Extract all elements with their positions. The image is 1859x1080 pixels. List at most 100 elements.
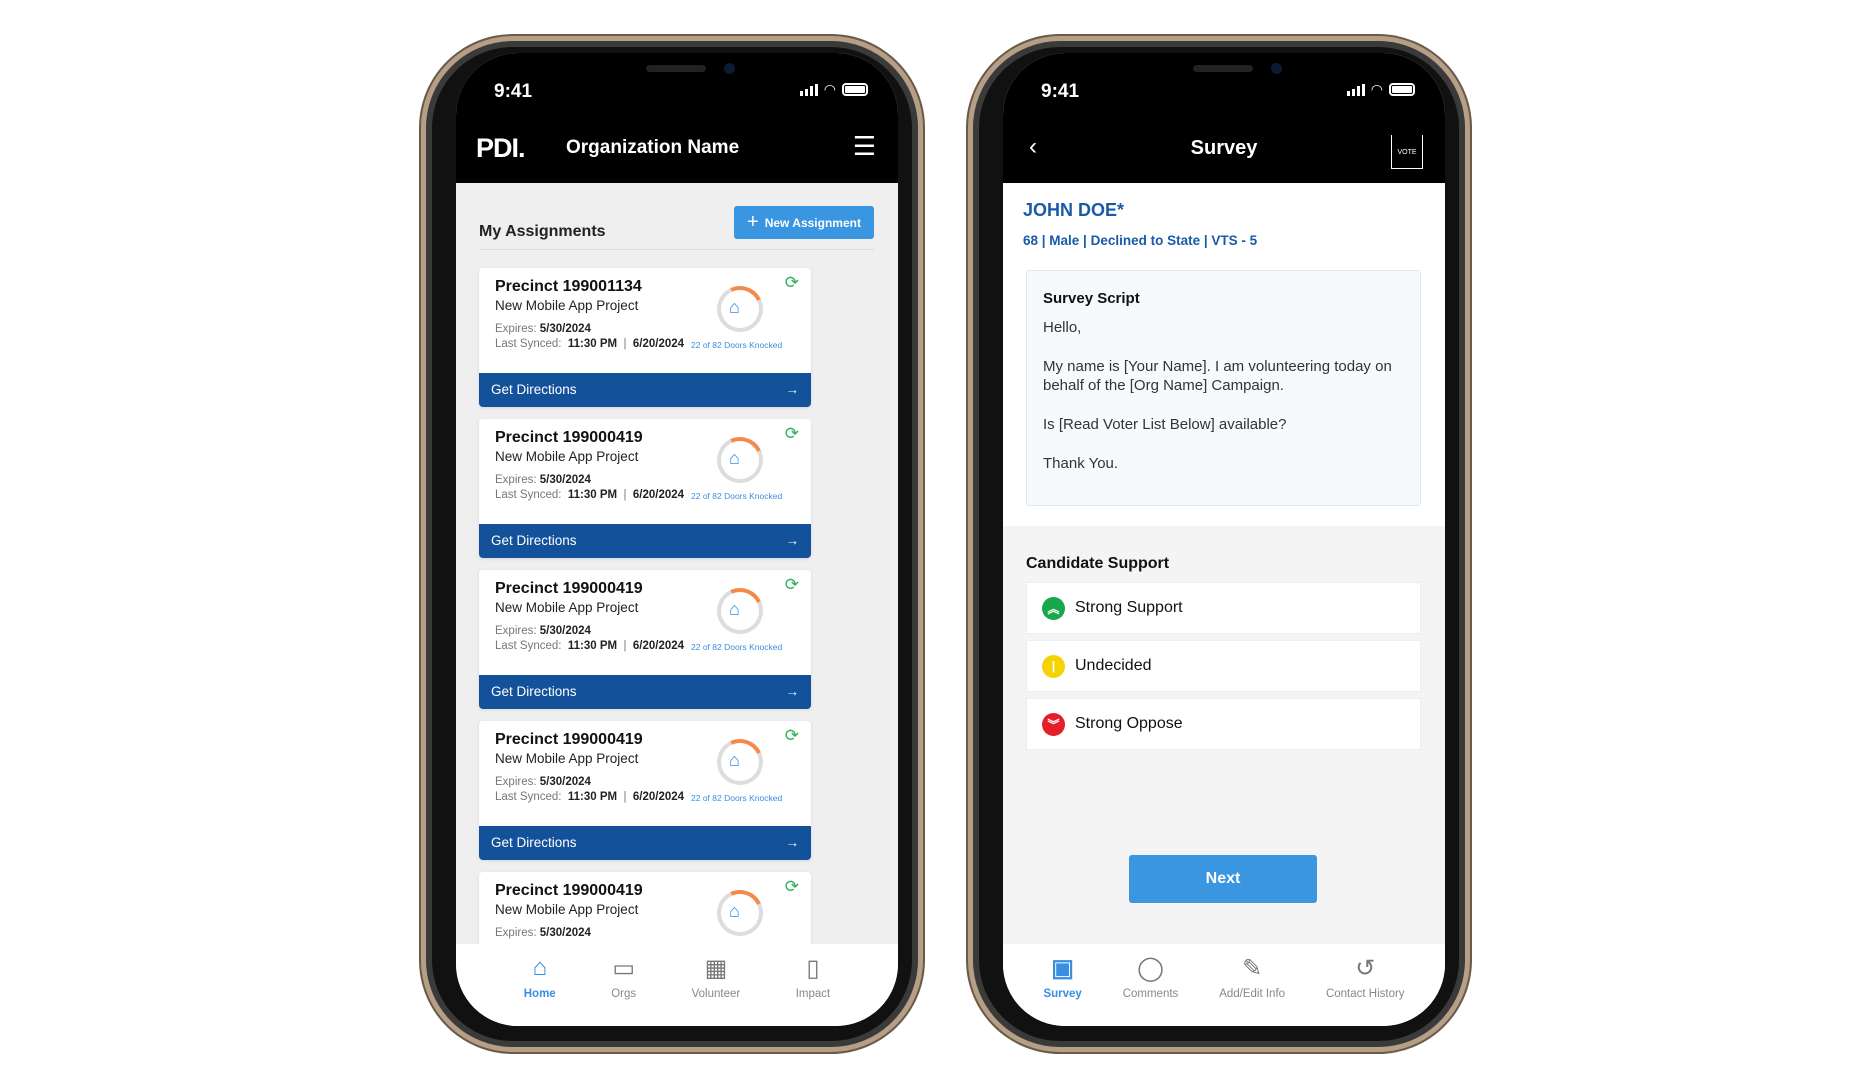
project-name: New Mobile App Project <box>495 600 639 615</box>
assignment-card[interactable]: Precinct 199001134 New Mobile App Projec… <box>479 268 811 407</box>
nav-volunteer[interactable]: ▦ Volunteer <box>692 954 741 1026</box>
wifi-icon: ◠ <box>823 81 836 97</box>
get-directions-button[interactable]: Get Directions → <box>479 373 811 407</box>
arrow-right-icon: → <box>785 684 800 699</box>
voter-section: JOHN DOE* 68 | Male | Declined to State … <box>1003 183 1445 526</box>
get-directions-button[interactable]: Get Directions → <box>479 826 811 860</box>
section-title: My Assignments <box>479 223 606 240</box>
option-strong-support[interactable]: ︽ Strong Support <box>1026 582 1421 634</box>
option-strong-oppose[interactable]: ︾ Strong Oppose <box>1026 698 1421 750</box>
expires: Expires: 5/30/2024 <box>495 323 591 335</box>
edit-icon: ✎ <box>1242 955 1263 982</box>
doors-knocked: 22 of 82 Doors Knocked <box>691 642 783 652</box>
menu-icon[interactable]: ☰ <box>853 131 876 162</box>
sync-icon[interactable]: ⟳ <box>785 424 799 444</box>
nav-add-edit-info[interactable]: ✎ Add/Edit Info <box>1219 954 1285 1026</box>
pdi-logo: PDI. <box>476 133 526 163</box>
project-name: New Mobile App Project <box>495 902 639 917</box>
signal-icon <box>1346 83 1365 96</box>
last-synced: Last Synced: 11:30 PM | 6/20/2024 <box>495 791 685 803</box>
option-undecided[interactable]: | Undecided <box>1026 640 1421 692</box>
vote-box-icon[interactable]: VOTE <box>1391 135 1423 169</box>
sync-icon[interactable]: ⟳ <box>785 877 799 897</box>
project-name: New Mobile App Project <box>495 751 639 766</box>
arrow-right-icon: → <box>785 835 800 850</box>
script-title: Survey Script <box>1043 290 1140 307</box>
sync-icon[interactable]: ⟳ <box>785 273 799 293</box>
app-header: 9:41 ◠ PDI. Organization Name ☰ <box>456 53 898 183</box>
battery-icon <box>1389 83 1415 96</box>
get-directions-button[interactable]: Get Directions → <box>479 675 811 709</box>
status-time: 9:41 <box>1041 81 1080 102</box>
next-button[interactable]: Next <box>1129 855 1317 903</box>
nav-comments[interactable]: ◯ Comments <box>1123 954 1179 1026</box>
precinct-name: Precinct 199000419 <box>495 731 643 748</box>
house-check-icon: ⌂ <box>729 599 740 619</box>
wifi-icon: ◠ <box>1370 81 1383 97</box>
status-time: 9:41 <box>494 81 533 102</box>
progress-ring <box>710 883 770 943</box>
survey-title: Survey <box>1190 137 1258 159</box>
last-synced: Last Synced: 11:30 PM | 6/20/2024 <box>495 338 685 350</box>
bottom-nav: ▣ Survey ◯ Comments ✎ Add/Edit Info ↺ Contac… <box>1003 944 1445 1026</box>
support-title: Candidate Support <box>1026 555 1170 572</box>
bottom-nav: ⌂ Home ▭ Orgs ▦ Volunteer ▯ Impact <box>456 944 898 1026</box>
project-name: New Mobile App Project <box>495 298 639 313</box>
signal-icon <box>799 83 818 96</box>
last-synced: Last Synced: 11:30 PM | 6/20/2024 <box>495 489 685 501</box>
nav-home[interactable]: ⌂ Home <box>524 954 556 1026</box>
expires: Expires: 5/30/2024 <box>495 474 591 486</box>
calendar-icon: ▦ <box>704 955 728 982</box>
arrow-right-icon: → <box>785 382 800 397</box>
last-synced: Last Synced: 11:30 PM | 6/20/2024 <box>495 640 685 652</box>
doors-knocked: 22 of 82 Doors Knocked <box>691 340 783 350</box>
nav-survey[interactable]: ▣ Survey <box>1043 954 1081 1026</box>
get-directions-button[interactable]: Get Directions → <box>479 524 811 558</box>
sync-icon[interactable]: ⟳ <box>785 726 799 746</box>
survey-screen: 9:41 ◠ ‹ Survey VOTE JOHN DOE* 68 | Male… <box>1003 53 1445 1026</box>
assignment-card[interactable]: Precinct 199000419 New Mobile App Projec… <box>479 419 811 558</box>
nav-orgs[interactable]: ▭ Orgs <box>611 954 636 1026</box>
house-check-icon: ⌂ <box>729 901 740 921</box>
report-icon: ▯ <box>806 955 820 982</box>
home-screen: 9:41 ◠ PDI. Organization Name ☰ My Assig… <box>456 53 898 1026</box>
voter-name: JOHN DOE* <box>1023 200 1125 220</box>
doors-knocked: 22 of 82 Doors Knocked <box>691 793 783 803</box>
arrow-right-icon: → <box>785 533 800 548</box>
org-title: Organization Name <box>566 137 740 158</box>
comment-user-icon: ◯ <box>1137 955 1164 982</box>
orgs-icon: ▭ <box>612 955 635 982</box>
survey-header: 9:41 ◠ ‹ Survey VOTE <box>1003 53 1445 183</box>
chevrons-down-icon: ︾ <box>1042 712 1065 736</box>
assignment-card[interactable]: Precinct 199000419 New Mobile App Projec… <box>479 721 811 860</box>
phone-home: 9:41 ◠ PDI. Organization Name ☰ My Assig… <box>421 36 923 1052</box>
status-icons: ◠ <box>1346 81 1415 98</box>
history-icon: ↺ <box>1355 955 1376 982</box>
chevrons-up-icon: ︽ <box>1042 596 1065 620</box>
precinct-name: Precinct 199001134 <box>495 278 642 295</box>
nav-contact-history[interactable]: ↺ Contact History <box>1326 954 1405 1026</box>
speaker <box>646 65 706 72</box>
nav-impact[interactable]: ▯ Impact <box>796 954 831 1026</box>
home-icon: ⌂ <box>532 954 547 981</box>
status-icons: ◠ <box>799 81 868 98</box>
camera <box>1271 63 1282 74</box>
expires: Expires: 5/30/2024 <box>495 625 591 637</box>
house-check-icon: ⌂ <box>729 750 740 770</box>
new-assignment-button[interactable]: + New Assignment <box>734 206 874 239</box>
clipboard-icon: ▣ <box>1051 955 1074 982</box>
assignment-card[interactable]: Precinct 199000419 New Mobile App Projec… <box>479 570 811 709</box>
project-name: New Mobile App Project <box>495 449 639 464</box>
speaker <box>1193 65 1253 72</box>
sync-icon[interactable]: ⟳ <box>785 575 799 595</box>
doors-knocked: 22 of 82 Doors Knocked <box>691 491 783 501</box>
expires: Expires: 5/30/2024 <box>495 927 591 939</box>
neutral-icon: | <box>1042 654 1065 678</box>
plus-icon: + <box>747 211 759 233</box>
progress-ring <box>710 279 770 339</box>
battery-icon <box>842 83 868 96</box>
voter-meta: 68 | Male | Declined to State | VTS - 5 <box>1023 233 1258 248</box>
progress-ring <box>710 732 770 792</box>
divider <box>479 249 874 250</box>
survey-script-box: Survey Script Hello, My name is [Your Na… <box>1026 270 1421 506</box>
